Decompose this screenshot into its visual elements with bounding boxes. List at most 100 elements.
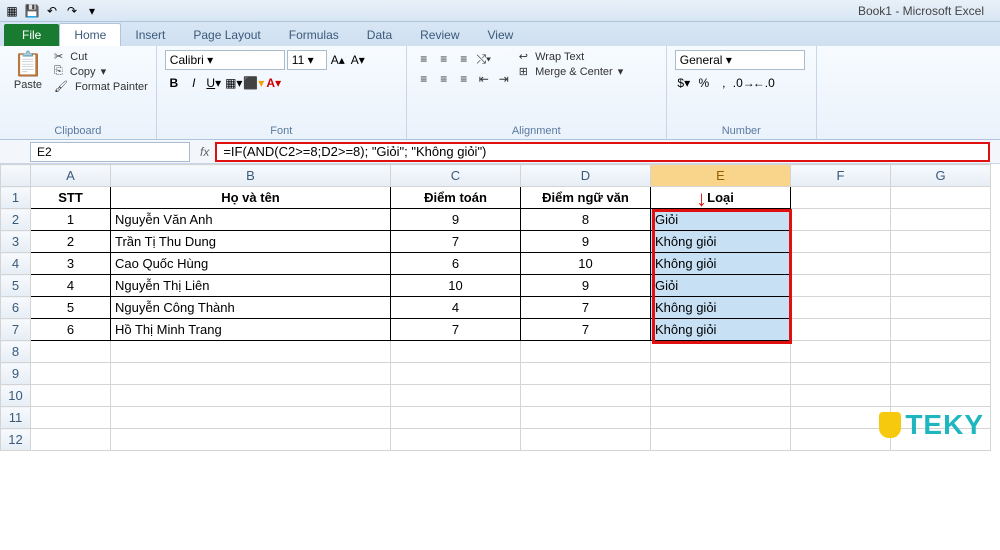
cell-B6[interactable]: Nguyễn Công Thành bbox=[111, 297, 391, 319]
cell-E3[interactable]: Không giỏi bbox=[651, 231, 791, 253]
undo-icon[interactable]: ↶ bbox=[44, 3, 60, 19]
row-header-8[interactable]: 8 bbox=[1, 341, 31, 363]
col-header-A[interactable]: A bbox=[31, 165, 111, 187]
cell-D4[interactable]: 10 bbox=[521, 253, 651, 275]
percent-icon[interactable]: % bbox=[695, 74, 713, 92]
indent-dec-icon[interactable]: ⇤ bbox=[475, 70, 493, 88]
cell-B3[interactable]: Trần Tị Thu Dung bbox=[111, 231, 391, 253]
fill-color-button[interactable]: ⬛▾ bbox=[245, 74, 263, 92]
paste-button[interactable]: 📋Paste bbox=[8, 50, 48, 91]
bold-button[interactable]: B bbox=[165, 74, 183, 92]
select-all-corner[interactable] bbox=[1, 165, 31, 187]
row-header-2[interactable]: 2 bbox=[1, 209, 31, 231]
cut-button[interactable]: ✂ Cut bbox=[54, 50, 148, 63]
col-header-C[interactable]: C bbox=[391, 165, 521, 187]
cell-E6[interactable]: Không giỏi bbox=[651, 297, 791, 319]
cell-C4[interactable]: 6 bbox=[391, 253, 521, 275]
col-header-E[interactable]: E bbox=[651, 165, 791, 187]
col-header-D[interactable]: D bbox=[521, 165, 651, 187]
sheet-table[interactable]: A B C D E F G 1 STT Họ và tên Điểm toán … bbox=[0, 164, 991, 451]
save-icon[interactable]: 💾 bbox=[24, 3, 40, 19]
format-painter-button[interactable]: 🖌 Format Painter bbox=[54, 80, 148, 93]
tab-formulas[interactable]: Formulas bbox=[275, 24, 353, 46]
cell-G4[interactable] bbox=[891, 253, 991, 275]
row-header-6[interactable]: 6 bbox=[1, 297, 31, 319]
cell-E1[interactable]: Loại bbox=[651, 187, 791, 209]
cell-G1[interactable] bbox=[891, 187, 991, 209]
align-center-icon[interactable]: ≡ bbox=[435, 70, 453, 88]
cell-D7[interactable]: 7 bbox=[521, 319, 651, 341]
tab-review[interactable]: Review bbox=[406, 24, 473, 46]
cell-B1[interactable]: Họ và tên bbox=[111, 187, 391, 209]
cell-A1[interactable]: STT bbox=[31, 187, 111, 209]
underline-button[interactable]: U▾ bbox=[205, 74, 223, 92]
tab-home[interactable]: Home bbox=[59, 23, 121, 46]
cell-E7[interactable]: Không giỏi bbox=[651, 319, 791, 341]
merge-center-button[interactable]: ⊞ Merge & Center ▾ bbox=[519, 65, 624, 78]
cell-A6[interactable]: 5 bbox=[31, 297, 111, 319]
cell-D3[interactable]: 9 bbox=[521, 231, 651, 253]
row-header-3[interactable]: 3 bbox=[1, 231, 31, 253]
cell-D5[interactable]: 9 bbox=[521, 275, 651, 297]
row-header-9[interactable]: 9 bbox=[1, 363, 31, 385]
grow-font-icon[interactable]: A▴ bbox=[329, 51, 347, 69]
tab-page-layout[interactable]: Page Layout bbox=[179, 24, 274, 46]
tab-data[interactable]: Data bbox=[353, 24, 406, 46]
cell-B5[interactable]: Nguyễn Thị Liên bbox=[111, 275, 391, 297]
cell-C6[interactable]: 4 bbox=[391, 297, 521, 319]
tab-file[interactable]: File bbox=[4, 24, 59, 46]
cell-B2[interactable]: Nguyễn Văn Anh bbox=[111, 209, 391, 231]
cell-A3[interactable]: 2 bbox=[31, 231, 111, 253]
cell-E2[interactable]: Giỏi bbox=[651, 209, 791, 231]
fx-icon[interactable]: fx bbox=[200, 145, 209, 159]
row-header-1[interactable]: 1 bbox=[1, 187, 31, 209]
cell-F5[interactable] bbox=[791, 275, 891, 297]
cell-C7[interactable]: 7 bbox=[391, 319, 521, 341]
borders-button[interactable]: ▦▾ bbox=[225, 74, 243, 92]
cell-B7[interactable]: Hồ Thị Minh Trang bbox=[111, 319, 391, 341]
redo-icon[interactable]: ↷ bbox=[64, 3, 80, 19]
number-format-combo[interactable]: General ▾ bbox=[675, 50, 805, 70]
formula-bar[interactable]: =IF(AND(C2>=8;D2>=8); "Giỏi"; "Không giỏ… bbox=[215, 142, 990, 162]
cell-F1[interactable] bbox=[791, 187, 891, 209]
cell-G5[interactable] bbox=[891, 275, 991, 297]
cell-G6[interactable] bbox=[891, 297, 991, 319]
align-right-icon[interactable]: ≡ bbox=[455, 70, 473, 88]
col-header-G[interactable]: G bbox=[891, 165, 991, 187]
row-header-5[interactable]: 5 bbox=[1, 275, 31, 297]
align-top-icon[interactable]: ≡ bbox=[415, 50, 433, 68]
cell-D6[interactable]: 7 bbox=[521, 297, 651, 319]
dec-decimal-icon[interactable]: ←.0 bbox=[755, 74, 773, 92]
cell-F4[interactable] bbox=[791, 253, 891, 275]
cell-G2[interactable] bbox=[891, 209, 991, 231]
align-left-icon[interactable]: ≡ bbox=[415, 70, 433, 88]
shrink-font-icon[interactable]: A▾ bbox=[349, 51, 367, 69]
wrap-text-button[interactable]: ↩ Wrap Text bbox=[519, 50, 624, 63]
row-header-10[interactable]: 10 bbox=[1, 385, 31, 407]
inc-decimal-icon[interactable]: .0→ bbox=[735, 74, 753, 92]
orientation-icon[interactable]: ⤭▾ bbox=[475, 50, 493, 68]
qat-dropdown-icon[interactable]: ▾ bbox=[84, 3, 100, 19]
align-middle-icon[interactable]: ≡ bbox=[435, 50, 453, 68]
cell-C3[interactable]: 7 bbox=[391, 231, 521, 253]
tab-view[interactable]: View bbox=[474, 24, 528, 46]
cell-F7[interactable] bbox=[791, 319, 891, 341]
cell-F2[interactable] bbox=[791, 209, 891, 231]
cell-E4[interactable]: Không giỏi bbox=[651, 253, 791, 275]
comma-icon[interactable]: , bbox=[715, 74, 733, 92]
cell-B4[interactable]: Cao Quốc Hùng bbox=[111, 253, 391, 275]
indent-inc-icon[interactable]: ⇥ bbox=[495, 70, 513, 88]
row-header-4[interactable]: 4 bbox=[1, 253, 31, 275]
cell-A5[interactable]: 4 bbox=[31, 275, 111, 297]
font-size-combo[interactable]: 11 ▾ bbox=[287, 50, 327, 70]
font-name-combo[interactable]: Calibri ▾ bbox=[165, 50, 285, 70]
cell-F6[interactable] bbox=[791, 297, 891, 319]
copy-button[interactable]: ⎘ Copy ▾ bbox=[54, 65, 148, 78]
align-bottom-icon[interactable]: ≡ bbox=[455, 50, 473, 68]
font-color-button[interactable]: A▾ bbox=[265, 74, 283, 92]
italic-button[interactable]: I bbox=[185, 74, 203, 92]
cell-G7[interactable] bbox=[891, 319, 991, 341]
name-box[interactable]: E2 bbox=[30, 142, 190, 162]
row-header-7[interactable]: 7 bbox=[1, 319, 31, 341]
row-header-11[interactable]: 11 bbox=[1, 407, 31, 429]
